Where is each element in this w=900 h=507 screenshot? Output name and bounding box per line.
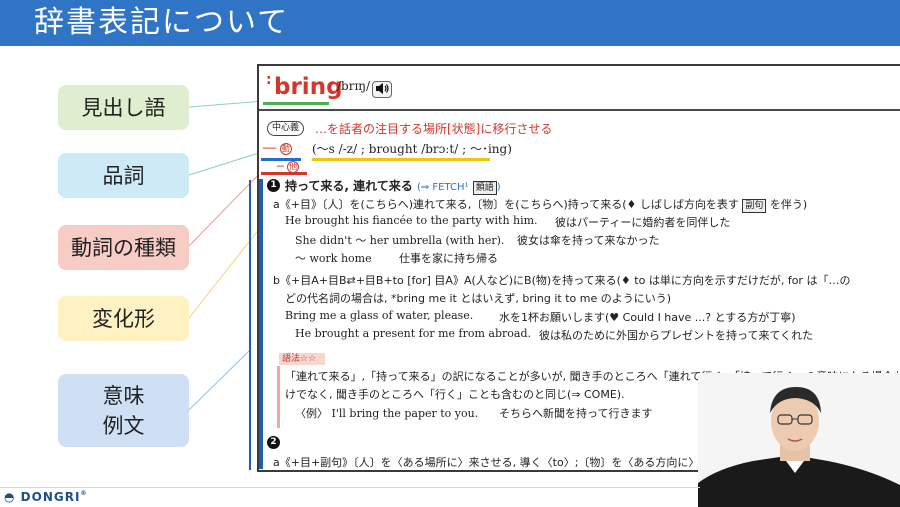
sense-number-2: 2 xyxy=(267,436,280,449)
sense-1-xref[interactable]: (⇒ FETCH¹ xyxy=(417,182,469,193)
sense-1b-definition: b《+目A+目B⇄+目B+to [for] 目A》A(人など)にB(物)を持って… xyxy=(273,274,851,287)
verb-type-underline xyxy=(261,172,307,175)
slide-title: 辞書表記について xyxy=(34,5,290,40)
presenter-video xyxy=(698,373,900,507)
entry-divider xyxy=(259,109,900,111)
speaker-icon[interactable] xyxy=(372,81,392,98)
sense-1-gloss: 持って来る, 連れて来る xyxy=(285,179,413,193)
sense-2a-definition: a《+目+副句》〔人〕を〈ある場所に〉来させる, 導く〈to〉;〔物〕を〈ある方… xyxy=(273,456,733,469)
example-1-ja: 彼はパーティーに婚約者を同伴した xyxy=(555,216,731,229)
label-inflection: 変化形 xyxy=(58,296,189,341)
example-1-en: He brought his fiancée to the party with… xyxy=(285,214,538,227)
logo-text: DONGRI xyxy=(20,490,81,504)
sense-1b-note: どの代名詞の場合は, *bring me it とはいえず, bring it … xyxy=(285,292,672,305)
headword: bring xyxy=(274,74,343,100)
label-part-of-speech: 品詞 xyxy=(58,153,189,198)
inflection-underline xyxy=(312,158,490,161)
entry-marker-icon: : xyxy=(266,72,272,88)
example-4-en: Bring me a glass of water, please. xyxy=(285,309,474,322)
usage-example-en: I'll bring the paper to you. xyxy=(331,407,479,420)
footer-divider xyxy=(0,487,700,488)
logo-mark-icon: ◓ xyxy=(4,490,16,504)
usage-note-line-2: けでなく, 聞き手のところへ「行く」ことも含むのと同じ(⇒ COME). xyxy=(285,388,625,401)
slide-title-bar: 辞書表記について xyxy=(0,0,900,46)
sense-1a-tail: を伴う) xyxy=(769,198,808,211)
headword-underline xyxy=(263,102,329,105)
core-meaning: …を話者の注目する場所[状態]に移行させる xyxy=(315,122,553,136)
example-2-en: She didn't 〜 her umbrella (with her). xyxy=(295,234,505,247)
label-meaning-examples: 意味 例文 xyxy=(58,374,189,447)
sense-1-heading: 持って来る, 連れて来る (⇒ FETCH¹ 類語) xyxy=(285,177,501,195)
xref-close: ) xyxy=(496,182,501,193)
pronunciation: /brɪŋ/ xyxy=(337,79,371,93)
core-meaning-badge: 中心義 xyxy=(267,121,305,136)
example-3-en: 〜 work home xyxy=(295,252,372,265)
usage-example-label: 〈例〉 xyxy=(295,407,328,420)
sense-number-1: 1 xyxy=(267,179,280,192)
usage-note-bar xyxy=(277,366,280,428)
logo-registered: ® xyxy=(80,490,88,497)
pos-verb: ── 動 xyxy=(263,142,311,155)
sense-bar xyxy=(259,179,263,469)
inflection-forms: (〜s /-z/ ; brought /brɔːt/ ; 〜･ing) xyxy=(312,142,512,156)
adverbial-phrase-tag: 副句 xyxy=(742,199,767,213)
example-2-ja: 彼女は傘を持って来なかった xyxy=(517,234,660,247)
label-verb-type: 動詞の種類 xyxy=(58,225,189,270)
label-entry-word: 見出し語 xyxy=(58,85,189,130)
example-3-ja: 仕事を家に持ち帰る xyxy=(399,252,498,265)
usage-example-ja: そちらへ新聞を持って行きます xyxy=(499,407,653,420)
sense-1a-text: a《+目》〔人〕を(こちらへ)連れて来る,〔物〕を(こちらへ)持って来る(♦ し… xyxy=(273,198,739,211)
example-5-en: He brought a present for me from abroad. xyxy=(295,327,532,340)
example-5-ja: 彼は私のために外国からプレゼントを持って来てくれた xyxy=(539,329,814,342)
synonym-tag[interactable]: 類語 xyxy=(472,181,497,195)
sense-1a-definition: a《+目》〔人〕を(こちらへ)連れて来る,〔物〕を(こちらへ)持って来る(♦ し… xyxy=(273,196,807,213)
pos-dash: ── xyxy=(263,142,277,155)
usage-example: 〈例〉 I'll bring the paper to you. xyxy=(295,405,478,421)
example-4-ja: 水を1杯お願いします(♥ Could I have ...? とする方が丁寧) xyxy=(499,311,796,324)
usage-note-label: 語法☆☆ xyxy=(279,353,325,365)
dongri-logo: ◓ DONGRI® xyxy=(4,490,87,504)
pos-verb-mark: 動 xyxy=(279,143,292,155)
